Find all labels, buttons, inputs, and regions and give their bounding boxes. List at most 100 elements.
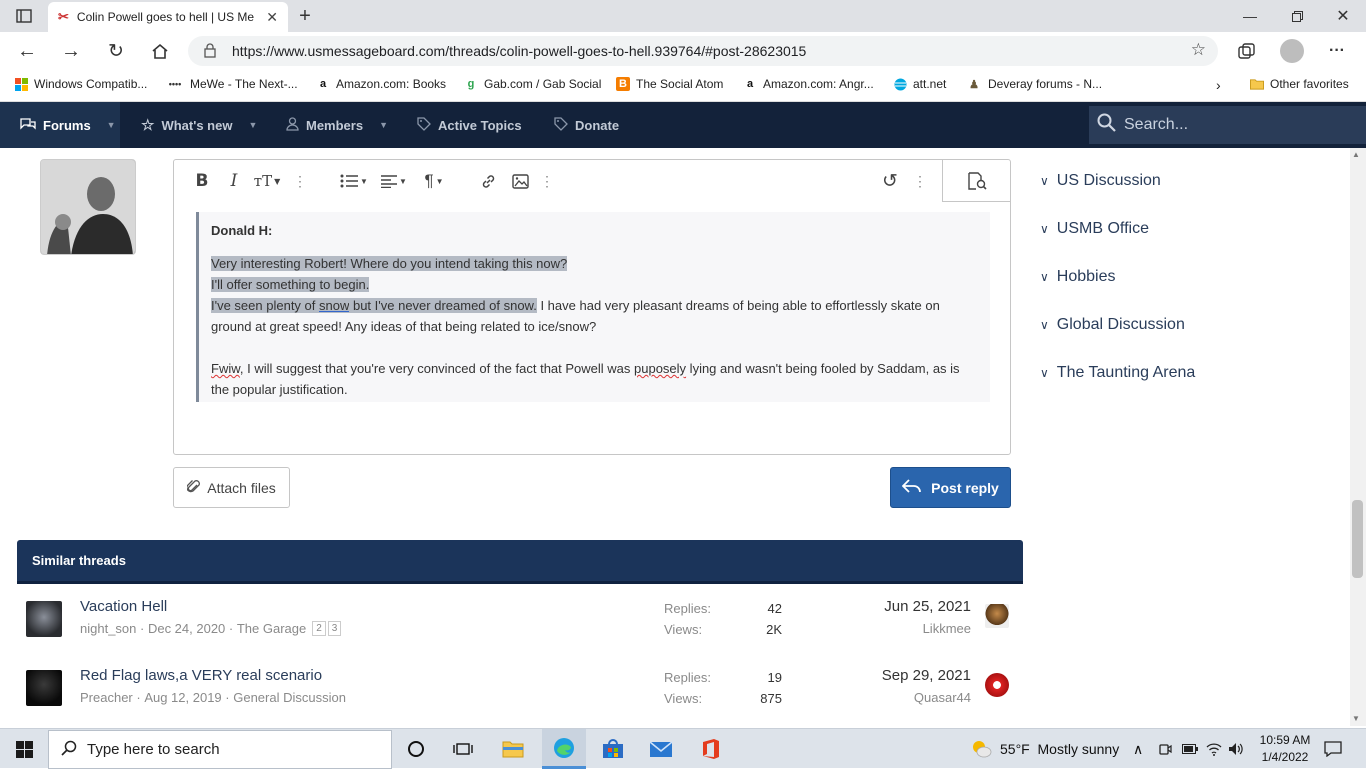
site-search-input[interactable]: Search... bbox=[1089, 106, 1366, 144]
paragraph-icon[interactable]: ¶ ▼ bbox=[419, 170, 449, 192]
thread-title-link[interactable]: Red Flag laws,a VERY real scenario bbox=[80, 667, 322, 684]
back-arrow-icon[interactable]: ← bbox=[16, 40, 38, 62]
nav-tab-forums[interactable]: Forums ▼ bbox=[0, 102, 120, 148]
italic-icon[interactable]: I bbox=[224, 170, 244, 192]
bookmark-windows[interactable]: Windows Compatib... bbox=[14, 77, 147, 91]
bookmark-other-favorites[interactable]: Other favorites bbox=[1250, 77, 1349, 91]
last-poster-link[interactable]: Quasar44 bbox=[914, 690, 971, 705]
sidebar-category-taunting-arena[interactable]: ∨ The Taunting Arena bbox=[1040, 364, 1195, 382]
attach-files-button[interactable]: Attach files bbox=[173, 467, 290, 508]
scroll-down-arrow-icon[interactable]: ▼ bbox=[1352, 714, 1360, 723]
add-favorite-icon[interactable]: ☆ bbox=[1191, 40, 1206, 60]
last-poster-avatar[interactable] bbox=[985, 604, 1009, 628]
reply-editor[interactable]: B I тT ▼ ⋮ ▼ ▼ ¶ ▼ ⋮ ↺ ⋮ Donald H: Very in… bbox=[173, 159, 1011, 455]
meet-now-icon[interactable] bbox=[1158, 729, 1172, 769]
url-bar[interactable]: https://www.usmessageboard.com/threads/c… bbox=[188, 36, 1218, 66]
thread-author-link[interactable]: Preacher bbox=[80, 690, 133, 705]
thread-row[interactable]: Red Flag laws,a VERY real scenario Preac… bbox=[17, 667, 1023, 735]
bookmark-social-atom[interactable]: B The Social Atom bbox=[616, 77, 723, 91]
thread-author-link[interactable]: night_son bbox=[80, 621, 136, 636]
undo-icon[interactable]: ↺ bbox=[879, 170, 901, 192]
mail-icon[interactable] bbox=[648, 737, 674, 761]
task-view-icon[interactable] bbox=[452, 738, 474, 760]
thread-forum-link[interactable]: General Discussion bbox=[233, 690, 346, 705]
thread-title-link[interactable]: Vacation Hell bbox=[80, 598, 167, 615]
collections-icon[interactable] bbox=[1235, 40, 1257, 62]
battery-icon[interactable] bbox=[1182, 729, 1198, 769]
dropdown-caret-icon[interactable]: ▼ bbox=[248, 120, 257, 130]
restore-icon[interactable] bbox=[1287, 6, 1307, 26]
page-link[interactable]: 3 bbox=[327, 621, 342, 636]
profile-avatar-icon[interactable] bbox=[1280, 39, 1304, 63]
more-options-icon[interactable]: ⋮ bbox=[913, 170, 927, 192]
page-scrollbar[interactable] bbox=[1350, 148, 1366, 726]
more-options-icon[interactable]: ··· bbox=[1326, 40, 1348, 62]
file-explorer-icon[interactable] bbox=[500, 737, 526, 761]
quoted-post[interactable]: Donald H: Very interesting Robert! Where… bbox=[196, 212, 990, 402]
home-icon[interactable] bbox=[149, 40, 171, 62]
bookmark-amazon-angr[interactable]: a Amazon.com: Angr... bbox=[743, 77, 874, 91]
scrollbar-thumb[interactable] bbox=[1352, 500, 1363, 578]
scroll-up-arrow-icon[interactable]: ▲ bbox=[1352, 150, 1360, 159]
tab-actions-icon[interactable] bbox=[14, 7, 34, 25]
bookmark-amazon-books[interactable]: a Amazon.com: Books bbox=[316, 77, 446, 91]
office-icon[interactable] bbox=[698, 736, 724, 762]
bookmark-deveray[interactable]: ♟ Deveray forums - N... bbox=[966, 77, 1102, 91]
edge-browser-icon[interactable] bbox=[542, 729, 586, 769]
nav-tab-whats-new[interactable]: ☆ What's new ▼ bbox=[141, 102, 257, 148]
last-post-date[interactable]: Sep 29, 2021 bbox=[882, 667, 971, 684]
dropdown-caret-icon[interactable]: ▼ bbox=[379, 120, 388, 130]
nav-tab-members[interactable]: Members ▼ bbox=[286, 102, 388, 148]
post-reply-button[interactable]: Post reply bbox=[890, 467, 1011, 508]
link-icon[interactable] bbox=[477, 170, 499, 192]
bookmark-att[interactable]: att.net bbox=[893, 77, 946, 91]
more-insert-options-icon[interactable]: ⋮ bbox=[540, 170, 554, 192]
sidebar-category-us-discussion[interactable]: ∨ US Discussion bbox=[1040, 172, 1161, 190]
microsoft-store-icon[interactable] bbox=[600, 737, 626, 761]
nav-tab-active-topics[interactable]: Active Topics bbox=[417, 102, 522, 148]
dropdown-caret-icon[interactable]: ▼ bbox=[107, 120, 116, 130]
wifi-icon[interactable] bbox=[1206, 729, 1222, 769]
more-text-options-icon[interactable]: ⋮ bbox=[293, 170, 307, 192]
last-poster-avatar[interactable] bbox=[985, 673, 1009, 697]
weather-widget[interactable]: 55°F Mostly sunny bbox=[970, 729, 1119, 769]
last-post-date[interactable]: Jun 25, 2021 bbox=[884, 598, 971, 615]
lock-icon[interactable] bbox=[204, 43, 216, 61]
nav-tab-donate[interactable]: Donate bbox=[554, 102, 619, 148]
list-icon[interactable]: ▼ bbox=[339, 170, 369, 192]
new-tab-icon[interactable]: + bbox=[294, 5, 316, 27]
page-link[interactable]: 2 bbox=[312, 621, 326, 636]
bookmark-gab[interactable]: g Gab.com / Gab Social bbox=[464, 77, 602, 91]
close-window-icon[interactable]: ✕ bbox=[1333, 6, 1353, 26]
avatar[interactable] bbox=[40, 159, 136, 255]
preview-icon[interactable] bbox=[942, 160, 1010, 202]
sidebar-category-hobbies[interactable]: ∨ Hobbies bbox=[1040, 268, 1116, 286]
volume-icon[interactable] bbox=[1228, 729, 1244, 769]
start-button-icon[interactable] bbox=[14, 739, 34, 759]
forward-arrow-icon[interactable]: → bbox=[60, 40, 82, 62]
notifications-icon[interactable] bbox=[1324, 729, 1342, 769]
bookmarks-overflow-chevron-icon[interactable]: › bbox=[1216, 77, 1221, 93]
chevron-down-icon: ∨ bbox=[1040, 366, 1049, 380]
thread-row[interactable]: Vacation Hell night_son · Dec 24, 2020 ·… bbox=[17, 598, 1023, 666]
image-icon[interactable] bbox=[509, 170, 531, 192]
system-clock[interactable]: 10:59 AM 1/4/2022 bbox=[1254, 732, 1316, 766]
align-icon[interactable]: ▼ bbox=[379, 170, 409, 192]
quote-line: Very interesting Robert! Where do you in… bbox=[211, 256, 568, 271]
thread-forum-link[interactable]: The Garage bbox=[237, 621, 306, 636]
cortana-icon[interactable] bbox=[405, 738, 427, 760]
sidebar-category-usmb-office[interactable]: ∨ USMB Office bbox=[1040, 220, 1149, 238]
close-tab-icon[interactable]: ✕ bbox=[266, 9, 278, 26]
minimize-icon[interactable]: — bbox=[1240, 6, 1260, 26]
sidebar-category-global-discussion[interactable]: ∨ Global Discussion bbox=[1040, 316, 1185, 334]
last-poster-link[interactable]: Likkmee bbox=[923, 621, 971, 636]
thread-author-avatar[interactable] bbox=[26, 601, 62, 637]
browser-tab-active[interactable]: ✂ Colin Powell goes to hell | US Me ✕ bbox=[48, 2, 288, 32]
refresh-icon[interactable]: ↻ bbox=[105, 40, 127, 62]
taskbar-search-input[interactable]: Type here to search bbox=[48, 730, 392, 769]
thread-author-avatar[interactable] bbox=[26, 670, 62, 706]
bold-icon[interactable]: B bbox=[192, 170, 212, 192]
bookmark-mewe[interactable]: •••• MeWe - The Next-... bbox=[166, 77, 298, 91]
text-size-icon[interactable]: тT ▼ bbox=[250, 170, 284, 192]
show-hidden-icons-chevron-icon[interactable]: ∧ bbox=[1133, 729, 1143, 769]
